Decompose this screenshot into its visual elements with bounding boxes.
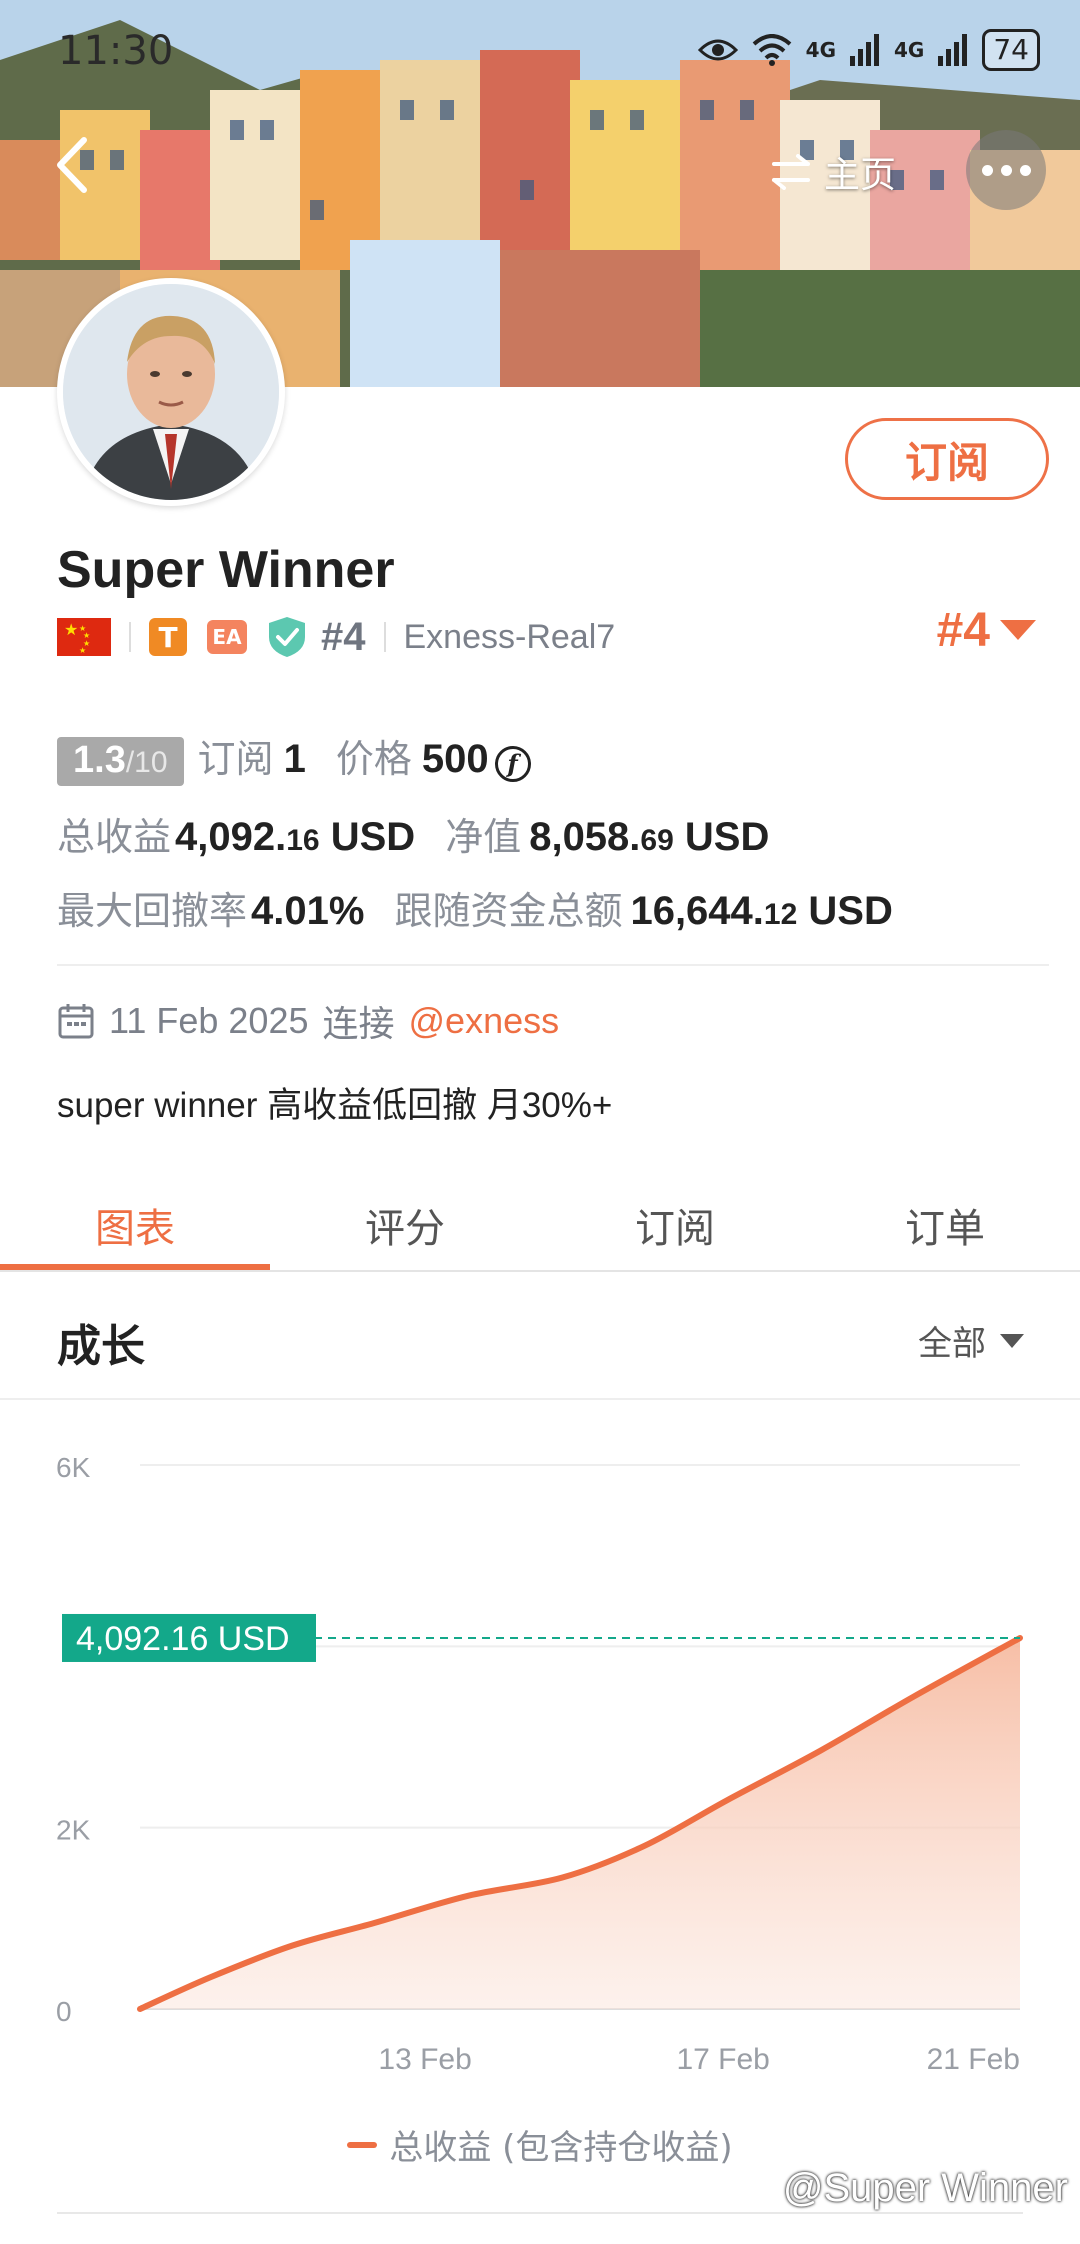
x-tick-label: 17 Feb: [676, 2043, 769, 2076]
ea-badge: EA: [207, 620, 247, 654]
dot: [1019, 164, 1031, 176]
current-value-label: 4,092.16 USD: [76, 1620, 290, 1658]
signal-2-label: 4G: [894, 38, 925, 62]
total-profit-value: 4,092.16 USD: [175, 815, 415, 860]
subscribers-value: 1: [283, 737, 306, 781]
back-button[interactable]: [44, 130, 114, 200]
trader-badge: T: [149, 618, 187, 656]
dot: [1000, 164, 1012, 176]
price-label: 价格: [335, 737, 412, 781]
avatar[interactable]: [57, 278, 285, 506]
total-profit-int: 4,092.: [175, 815, 287, 859]
current-value-marker: 4,092.16 USD: [62, 1613, 316, 1662]
y-tick-label: 6K: [56, 1452, 91, 1483]
score-badge: 1.3/10: [57, 737, 184, 786]
rank-dropdown[interactable]: #4: [937, 600, 1036, 660]
calendar-icon: [58, 1004, 94, 1039]
wifi-icon: [752, 34, 791, 66]
china-flag-icon: ★ ★ ★ ★ ★: [57, 618, 111, 656]
growth-chart: 0 2K 6K 13 Feb 17 Feb 21 Feb 4,092.16 USD: [56, 1452, 1023, 2076]
signal-bars-icon: [938, 34, 968, 66]
equity-dec: 69: [640, 824, 674, 857]
signal-bars-icon: [850, 34, 880, 66]
stats-row-3: 最大回撤率 4.01% 跟随资金总额 16,644.12 USD: [57, 880, 893, 935]
connect-row: 11 Feb 2025 连接 @exness: [57, 995, 559, 1047]
swap-icon: [772, 154, 810, 190]
equity-unit: USD: [684, 815, 770, 859]
equity-value: 8,058.69 USD: [529, 815, 769, 860]
subscribe-button[interactable]: 订阅: [845, 418, 1049, 500]
verified-shield-icon: [269, 617, 305, 657]
server-name: Exness-Real7: [403, 617, 616, 656]
divider: [0, 1270, 1080, 1272]
triangle-down-icon: [1000, 620, 1036, 640]
dot: [981, 164, 993, 176]
tab-bar: 图表 评分 订阅 订单: [0, 1180, 1080, 1270]
legend-swatch: [347, 2141, 378, 2148]
legend-label: 总收益 (包含持仓收益): [389, 2128, 733, 2168]
divider: [383, 622, 386, 652]
total-profit-dec: 16: [286, 824, 320, 857]
y-tick-label: 0: [56, 1996, 72, 2027]
tab-chart[interactable]: 图表: [0, 1180, 270, 1270]
connect-date: 11 Feb 2025: [109, 1000, 309, 1041]
equity-int: 8,058.: [529, 815, 641, 859]
follow-int: 16,644.: [630, 889, 764, 933]
stats-row-2: 总收益 4,092.16 USD 净值 8,058.69 USD: [57, 806, 769, 861]
x-tick-label: 13 Feb: [378, 2043, 471, 2076]
chart-legend: 总收益 (包含持仓收益): [0, 2120, 1080, 2169]
section-title: 成长: [57, 1321, 145, 1372]
equity-label: 净值: [445, 815, 522, 859]
price-value: 500: [421, 737, 489, 781]
watermark: @Super Winner: [782, 2166, 1068, 2210]
total-profit-label: 总收益: [57, 815, 172, 859]
rank-label: #4: [321, 614, 366, 659]
y-tick-label: 2K: [56, 1815, 91, 1846]
signal-1-label: 4G: [805, 38, 837, 62]
eye-icon: [697, 39, 738, 61]
follow-unit: USD: [808, 889, 893, 933]
status-time: 11:30: [58, 28, 174, 74]
tab-orders[interactable]: 订单: [810, 1180, 1080, 1270]
follow-dec: 12: [763, 898, 798, 931]
x-tick-label: 21 Feb: [927, 2043, 1020, 2076]
subscribers-label: 订阅: [197, 737, 274, 781]
connect-text: 连接: [322, 1003, 395, 1044]
score-value: 1.3: [73, 739, 126, 781]
avatar-portrait: [63, 284, 279, 500]
total-profit-unit: USD: [330, 815, 416, 859]
bio-text: super winner 高收益低回撤 月30%+: [57, 1086, 613, 1125]
follow-funds-value: 16,644.12 USD: [630, 889, 892, 934]
divider: [57, 964, 1049, 966]
divider: [57, 2212, 1023, 2214]
triangle-down-icon: [1000, 1333, 1024, 1348]
coin-icon: f: [494, 746, 531, 782]
range-select[interactable]: 全部: [918, 1316, 1024, 1365]
badge-row: ★ ★ ★ ★ ★ T EA #4 Exness-Real7: [57, 612, 615, 662]
max-drawdown-label: 最大回撤率: [57, 889, 248, 933]
score-denominator: /10: [125, 746, 168, 779]
home-button[interactable]: 主页: [770, 148, 896, 196]
rank-value: #4: [936, 603, 990, 657]
divider: [129, 622, 131, 652]
max-drawdown-value: 4.01%: [251, 889, 365, 933]
range-value: 全部: [918, 1324, 986, 1364]
home-label: 主页: [824, 155, 897, 196]
tab-rating[interactable]: 评分: [270, 1180, 540, 1270]
user-name: Super Winner: [57, 541, 395, 599]
divider: [0, 1398, 1080, 1400]
tab-subscriptions[interactable]: 订阅: [540, 1180, 810, 1270]
battery-indicator: 74: [982, 29, 1040, 71]
follow-funds-label: 跟随资金总额: [394, 889, 623, 933]
broker-link[interactable]: @exness: [409, 1000, 560, 1042]
status-icons: 4G 4G 74: [697, 26, 1040, 74]
chevron-left-icon: [57, 137, 87, 193]
more-options-button[interactable]: [966, 130, 1046, 210]
stats-row-1: 1.3/10 订阅 1 价格 500 f: [57, 728, 531, 786]
